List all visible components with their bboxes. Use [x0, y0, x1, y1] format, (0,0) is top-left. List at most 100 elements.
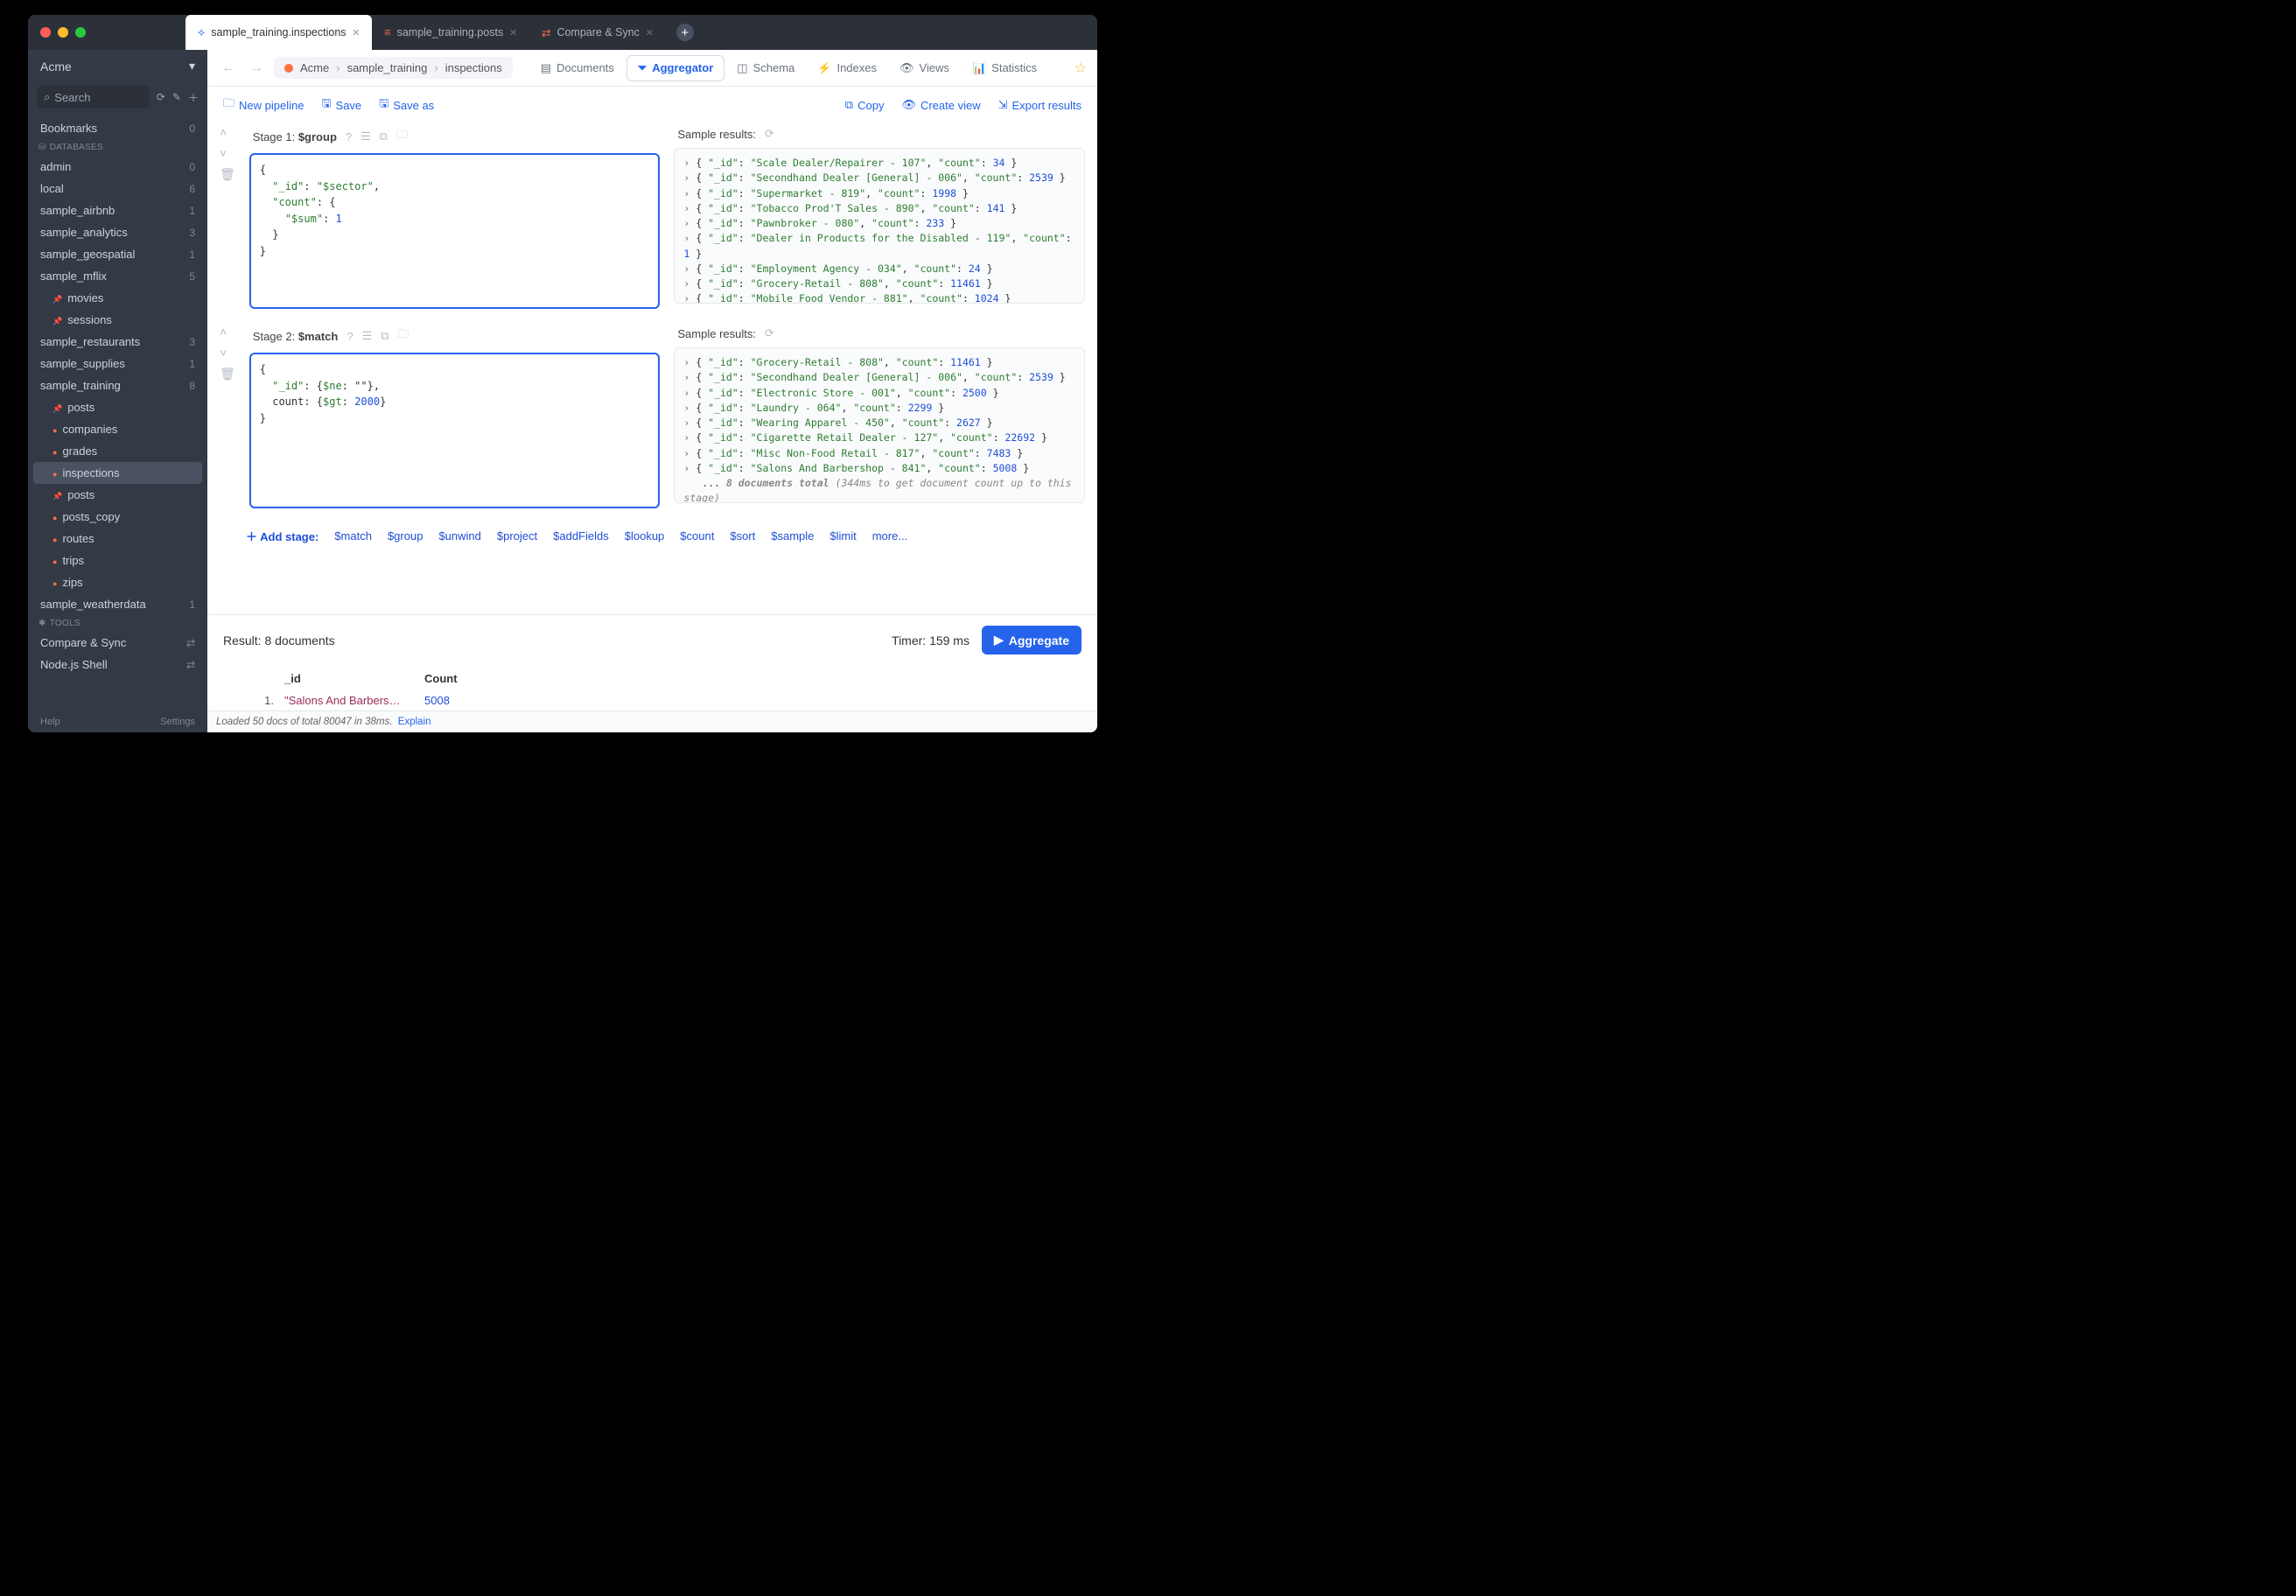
- result-line[interactable]: { "_id": "Cigarette Retail Dealer - 127"…: [683, 430, 1075, 445]
- new-tab-button[interactable]: +: [676, 24, 694, 41]
- result-line[interactable]: { "_id": "Employment Agency - 034", "cou…: [683, 262, 1075, 276]
- connection-selector[interactable]: Acme ▾: [28, 50, 207, 82]
- sidebar-collection-zips[interactable]: ●zips: [28, 571, 207, 593]
- close-tab-icon[interactable]: ×: [646, 25, 654, 40]
- add-icon[interactable]: ＋: [188, 90, 199, 105]
- aggregate-button[interactable]: ▶Aggregate: [982, 626, 1082, 654]
- save-button[interactable]: 🖫Save: [321, 95, 361, 115]
- close-tab-icon[interactable]: ×: [509, 25, 517, 40]
- viewtab-documents[interactable]: ▤Documents: [530, 55, 625, 81]
- breadcrumb[interactable]: Acme› sample_training› inspections: [274, 57, 513, 79]
- copy-stage-icon[interactable]: ⧉: [381, 329, 388, 343]
- sidebar-db-sample_geospatial[interactable]: sample_geospatial1: [28, 243, 207, 265]
- result-line[interactable]: { "_id": "Mobile Food Vendor - 881", "co…: [683, 291, 1075, 304]
- viewtab-schema[interactable]: ◫Schema: [726, 55, 805, 81]
- result-line[interactable]: { "_id": "Dealer in Products for the Dis…: [683, 231, 1075, 262]
- sidebar-collection-movies[interactable]: 📌movies: [28, 287, 207, 309]
- sidebar-collection-grades[interactable]: ●grades: [28, 440, 207, 462]
- help-link[interactable]: Help: [40, 717, 60, 727]
- op-group[interactable]: $group: [388, 529, 423, 542]
- op-unwind[interactable]: $unwind: [438, 529, 480, 542]
- create-view-button[interactable]: 👁Create view: [901, 98, 980, 112]
- viewtab-aggregator[interactable]: ⏷Aggregator: [626, 55, 724, 81]
- result-line[interactable]: { "_id": "Secondhand Dealer [General] - …: [683, 171, 1075, 186]
- sidebar-db-sample_analytics[interactable]: sample_analytics3: [28, 221, 207, 243]
- viewtab-views[interactable]: 👁Views: [889, 55, 960, 81]
- copy-stage-icon[interactable]: ⧉: [380, 130, 388, 144]
- move-down-icon[interactable]: ˅: [220, 346, 235, 360]
- sidebar-tool-compare-sync[interactable]: Compare & Sync⇄: [28, 632, 207, 654]
- op-sample[interactable]: $sample: [771, 529, 814, 542]
- search-input[interactable]: ⌕ Search: [37, 86, 150, 108]
- sidebar-collection-companies[interactable]: ●companies: [28, 418, 207, 440]
- refresh-icon[interactable]: ⟳: [157, 91, 165, 103]
- move-down-icon[interactable]: ˅: [220, 146, 235, 160]
- nav-back-button[interactable]: ←: [218, 60, 239, 76]
- tab-sample-training-posts[interactable]: ≡sample_training.posts×: [372, 15, 529, 50]
- result-line[interactable]: { "_id": "Wearing Apparel - 450", "count…: [683, 416, 1075, 430]
- op-addFields[interactable]: $addFields: [553, 529, 609, 542]
- sidebar-collection-posts_copy[interactable]: ●posts_copy: [28, 506, 207, 528]
- viewtab-indexes[interactable]: ⚡Indexes: [807, 55, 887, 81]
- sidebar-collection-inspections[interactable]: ●inspections: [33, 462, 202, 484]
- result-line[interactable]: { "_id": "Grocery-Retail - 808", "count"…: [683, 355, 1075, 370]
- op-project[interactable]: $project: [497, 529, 537, 542]
- result-row[interactable]: 1."Salons And Barbers…5008: [207, 690, 1097, 710]
- copy-button[interactable]: ⧉Copy: [845, 98, 885, 112]
- favorite-star-icon[interactable]: ☆: [1074, 60, 1087, 77]
- result-line[interactable]: { "_id": "Grocery-Retail - 808", "count"…: [683, 276, 1075, 291]
- op-more[interactable]: more...: [872, 529, 907, 542]
- sidebar-db-sample_training[interactable]: sample_training8: [28, 374, 207, 396]
- sidebar-db-sample_airbnb[interactable]: sample_airbnb1: [28, 200, 207, 221]
- settings-link[interactable]: Settings: [160, 717, 195, 727]
- add-stage-button[interactable]: ＋ Add stage:: [246, 528, 318, 544]
- move-up-icon[interactable]: ˄: [220, 125, 235, 139]
- sidebar-collection-routes[interactable]: ●routes: [28, 528, 207, 550]
- sidebar-db-admin[interactable]: admin0: [28, 156, 207, 178]
- edit-icon[interactable]: ✎: [172, 91, 181, 103]
- help-icon[interactable]: ?: [346, 130, 352, 144]
- delete-stage-icon[interactable]: 🗑: [220, 367, 235, 382]
- result-line[interactable]: { "_id": "Secondhand Dealer [General] - …: [683, 370, 1075, 385]
- delete-stage-icon[interactable]: 🗑: [220, 167, 235, 182]
- sidebar-collection-posts[interactable]: 📌posts: [28, 396, 207, 418]
- stage-editor[interactable]: { "_id": {$ne: ""}, count: {$gt: 2000} }: [249, 353, 661, 508]
- stage-editor[interactable]: { "_id": "$sector", "count": { "$sum": 1…: [249, 153, 661, 309]
- sidebar-collection-trips[interactable]: ●trips: [28, 550, 207, 571]
- result-line[interactable]: { "_id": "Tobacco Prod'T Sales - 890", "…: [683, 201, 1075, 216]
- tab-compare-sync[interactable]: ⇄Compare & Sync×: [529, 15, 666, 50]
- op-lookup[interactable]: $lookup: [625, 529, 665, 542]
- help-icon[interactable]: ?: [346, 330, 353, 343]
- refresh-results-icon[interactable]: ⟳: [765, 127, 774, 141]
- sidebar-db-sample_supplies[interactable]: sample_supplies1: [28, 353, 207, 374]
- move-up-icon[interactable]: ˄: [220, 325, 235, 339]
- result-line[interactable]: { "_id": "Laundry - 064", "count": 2299 …: [683, 401, 1075, 416]
- result-line[interactable]: { "_id": "Supermarket - 819", "count": 1…: [683, 186, 1075, 201]
- maximize-window-button[interactable]: [75, 27, 86, 38]
- sidebar-tool-node-js-shell[interactable]: Node.js Shell⇄: [28, 654, 207, 676]
- export-results-button[interactable]: ⇲Export results: [998, 98, 1082, 112]
- result-line[interactable]: { "_id": "Electronic Store - 001", "coun…: [683, 386, 1075, 401]
- list-icon[interactable]: ☰: [362, 329, 373, 343]
- sidebar-db-sample_weatherdata[interactable]: sample_weatherdata1: [28, 593, 207, 615]
- op-sort[interactable]: $sort: [730, 529, 755, 542]
- result-line[interactable]: { "_id": "Scale Dealer/Repairer - 107", …: [683, 156, 1075, 171]
- op-limit[interactable]: $limit: [830, 529, 856, 542]
- folder-icon[interactable]: 🗀: [398, 326, 410, 346]
- tab-sample-training-inspections[interactable]: ⟡sample_training.inspections×: [186, 15, 372, 50]
- sidebar-collection-sessions[interactable]: 📌sessions: [28, 309, 207, 331]
- result-line[interactable]: { "_id": "Misc Non-Food Retail - 817", "…: [683, 446, 1075, 461]
- new-pipeline-button[interactable]: 🗀New pipeline: [223, 95, 304, 115]
- refresh-results-icon[interactable]: ⟳: [765, 326, 774, 340]
- nav-forward-button[interactable]: →: [246, 60, 267, 76]
- minimize-window-button[interactable]: [58, 27, 68, 38]
- op-match[interactable]: $match: [334, 529, 372, 542]
- result-line[interactable]: { "_id": "Salons And Barbershop - 841", …: [683, 461, 1075, 476]
- explain-link[interactable]: Explain: [398, 717, 431, 727]
- folder-icon[interactable]: 🗀: [396, 127, 408, 146]
- sidebar-db-sample_mflix[interactable]: sample_mflix5: [28, 265, 207, 287]
- bookmarks-item[interactable]: Bookmarks 0: [28, 117, 207, 139]
- sidebar-db-sample_restaurants[interactable]: sample_restaurants3: [28, 331, 207, 353]
- sidebar-db-local[interactable]: local6: [28, 178, 207, 200]
- op-count[interactable]: $count: [680, 529, 714, 542]
